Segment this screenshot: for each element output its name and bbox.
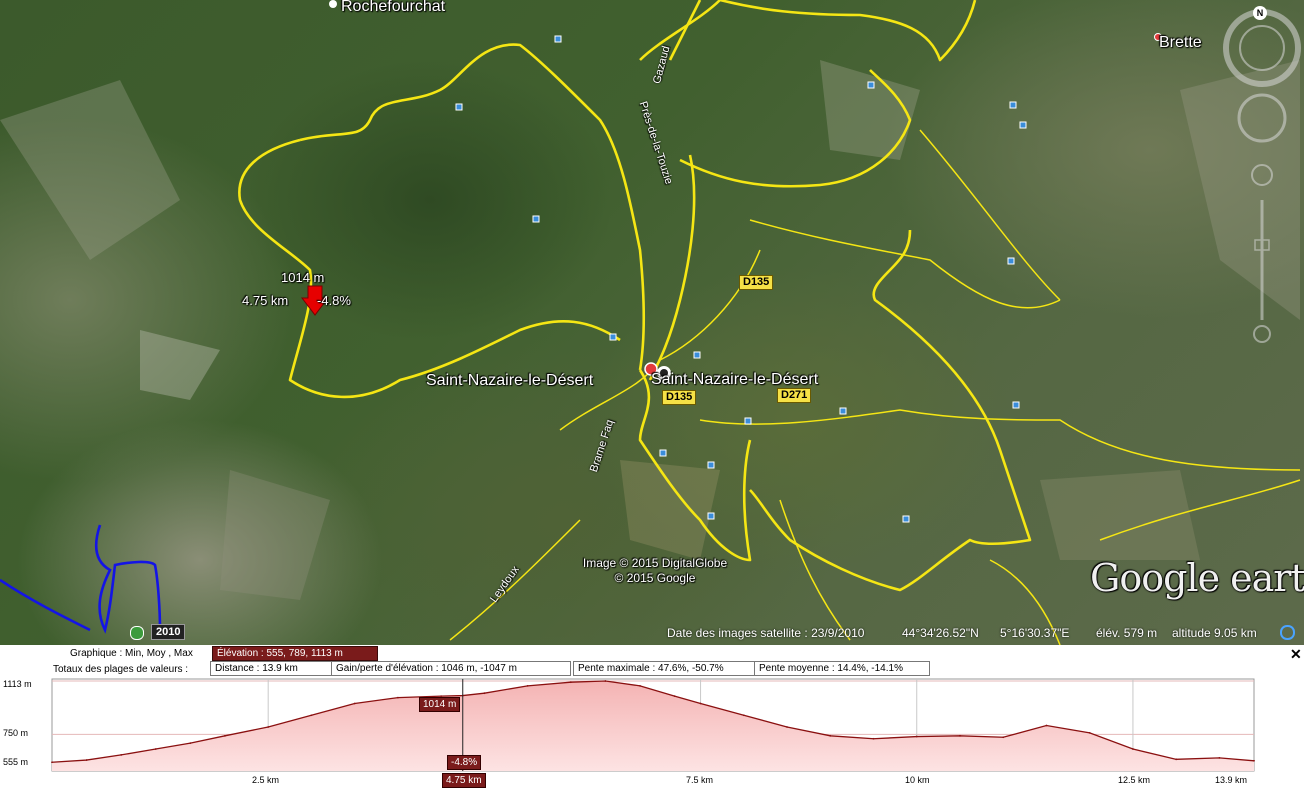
cursor-elevation-tag: 1014 m [419,697,461,712]
elevation-point-5 [224,734,226,737]
status-eye-altitude: altitude 9.05 km [1172,626,1257,640]
elevation-point-14 [569,681,572,684]
place-label-brette: Brette [1159,34,1202,51]
elevation-point-25 [1002,736,1005,739]
google-earth-logo: Google earth [1090,556,1304,600]
track-marker-distance: 4.75 km [242,293,289,308]
status-streaming-icon [1280,625,1295,640]
elevation-point-2 [120,754,123,756]
elevation-point-8 [353,702,356,705]
elevation-profile-chart[interactable] [0,645,1304,790]
elevation-point-12 [483,692,486,695]
elevation-point-21 [829,734,832,737]
place-label-saint-nazaire-left: Saint-Nazaire-le-Désert [426,372,594,389]
elevation-profile-panel: Graphique : Min, Moy , Max Élévation : 5… [0,645,1304,790]
elevation-point-1 [85,759,88,761]
track-marker-elevation: 1014 m [281,270,325,285]
elevation-point-23 [915,735,918,738]
cursor-distance-tag: 4.75 km [442,773,486,788]
elevation-point-29 [1175,758,1178,761]
elevation-point-6 [267,726,270,728]
elevation-point-26 [1045,724,1048,727]
elevation-point-18 [699,702,702,705]
satellite-map[interactable]: N Rochefourchat Brette Saint-Nazaire-le-… [0,0,1304,645]
elevation-point-9 [396,696,399,699]
place-label-saint-nazaire-right: Saint-Nazaire-le-Désert [651,371,819,388]
elevation-point-17 [673,695,676,698]
elevation-point-4 [189,742,192,745]
blue-route [0,524,162,634]
road-shield-d135: D135 [739,275,774,290]
elevation-point-16 [639,684,641,687]
road-shield-d271: D271 [777,388,812,403]
elevation-point-7 [310,714,313,717]
elevation-point-3 [154,748,157,750]
cursor-slope-tag: -4.8% [447,755,482,770]
copyright-line-digitalglobe: Image © 2015 DigitalGlobe [582,556,728,570]
elevation-point-28 [1132,748,1134,750]
historical-imagery-clock-icon[interactable] [130,626,144,640]
elevation-point-31 [1253,759,1255,762]
elevation-point-20 [786,726,788,728]
place-label-rochefourchat: Rochefourchat [341,0,446,15]
elevation-point-19 [742,714,745,717]
status-elevation: élév. 579 m [1096,626,1158,640]
track-marker-slope: -4.8% [317,293,351,308]
x-tick-13-9: 13.9 km [1215,775,1248,785]
elevation-point-0 [51,761,53,764]
road-shield-d135-b: D135 [662,390,697,405]
compass-north-badge[interactable]: N [1253,6,1267,20]
imagery-copyright: Image © 2015 DigitalGlobe © 2015 Google [570,556,740,586]
status-imagery-date: Date des images satellite : 23/9/2010 [667,626,865,640]
status-longitude: 5°16'30.37"E [1000,626,1070,640]
elevation-point-27 [1088,731,1091,734]
elevation-point-24 [959,734,961,737]
x-tick-2-5: 2.5 km [252,775,280,785]
copyright-line-google: © 2015 Google [614,571,696,585]
elevation-point-22 [872,737,875,740]
x-tick-7-5: 7.5 km [686,775,714,785]
status-latitude: 44°34'26.52"N [902,626,979,640]
elevation-point-30 [1218,756,1221,759]
x-tick-12-5: 12.5 km [1118,775,1151,785]
elevation-point-15 [604,680,607,682]
elevation-point-13 [526,684,529,687]
map-overlays [0,0,1301,645]
historical-imagery-year[interactable]: 2010 [151,624,186,640]
rochefourchat-pin[interactable] [329,0,337,8]
x-tick-10: 10 km [905,775,930,785]
